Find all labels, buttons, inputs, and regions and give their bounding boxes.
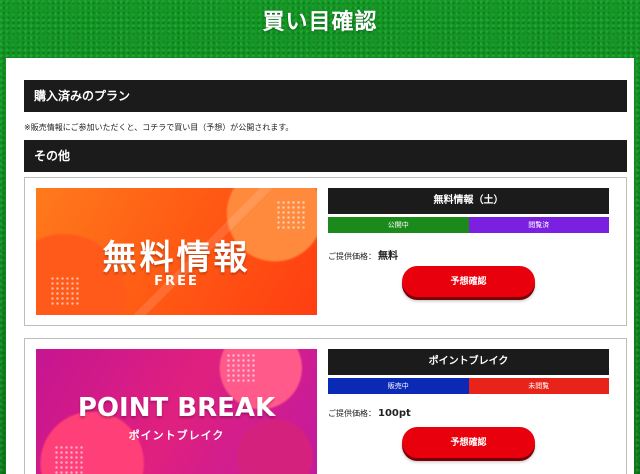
section-purchased-plans: 購入済みのプラン <box>24 80 627 112</box>
banner-title: 無料情報 <box>102 238 251 278</box>
status-badge-on-sale: 販売中 <box>328 378 469 394</box>
plan-info: ポイントブレイク 販売中 未閲覧 ご提供価格： 100pt 予想確認 <box>328 349 609 458</box>
forecast-confirm-button[interactable]: 予想確認 <box>402 427 535 458</box>
price-line: ご提供価格： 無料 <box>328 247 609 262</box>
plan-card-point-break: POINT BREAK ポイントブレイク ポイントブレイク 販売中 未閲覧 ご提… <box>24 338 627 474</box>
plan-title: 無料情報（土） <box>328 188 609 214</box>
dots-decoration <box>276 200 306 230</box>
banner-free-image: 無料情報 FREE <box>36 188 317 315</box>
status-badge-unviewed: 未閲覧 <box>468 378 609 394</box>
banner-subtitle: FREE <box>154 274 199 289</box>
status-row: 販売中 未閲覧 <box>328 378 609 394</box>
plan-info: 無料情報（土） 公開中 閲覧済 ご提供価格： 無料 予想確認 <box>328 188 609 297</box>
plan-title: ポイントブレイク <box>328 349 609 375</box>
content-panel: 購入済みのプラン ※販売情報にご参加いただくと、コチラで買い目（予想）が公開され… <box>6 58 634 474</box>
price-value: 無料 <box>378 251 398 262</box>
banner-subtitle: ポイントブレイク <box>128 429 225 442</box>
price-label: ご提供価格： <box>328 252 376 261</box>
page-header: 買い目確認 <box>0 0 640 58</box>
banner-point-break-image: POINT BREAK ポイントブレイク <box>36 349 317 474</box>
banner-title: POINT BREAK <box>77 393 276 423</box>
dots-decoration <box>54 445 84 474</box>
status-row: 公開中 閲覧済 <box>328 217 609 233</box>
dots-decoration <box>226 353 256 383</box>
page-title: 買い目確認 <box>262 9 378 35</box>
status-badge-published: 公開中 <box>328 217 469 233</box>
forecast-confirm-button[interactable]: 予想確認 <box>402 266 535 297</box>
section-other: その他 <box>24 140 627 172</box>
price-line: ご提供価格： 100pt <box>328 408 609 422</box>
price-value: 100pt <box>378 408 411 419</box>
notice-text: ※販売情報にご参加いただくと、コチラで買い目（予想）が公開されます。 <box>24 123 294 132</box>
status-badge-viewed: 閲覧済 <box>468 217 609 233</box>
plan-card-free: 無料情報 FREE 無料情報（土） 公開中 閲覧済 ご提供価格： 無料 予想確認 <box>24 177 627 326</box>
price-label: ご提供価格： <box>328 409 376 418</box>
